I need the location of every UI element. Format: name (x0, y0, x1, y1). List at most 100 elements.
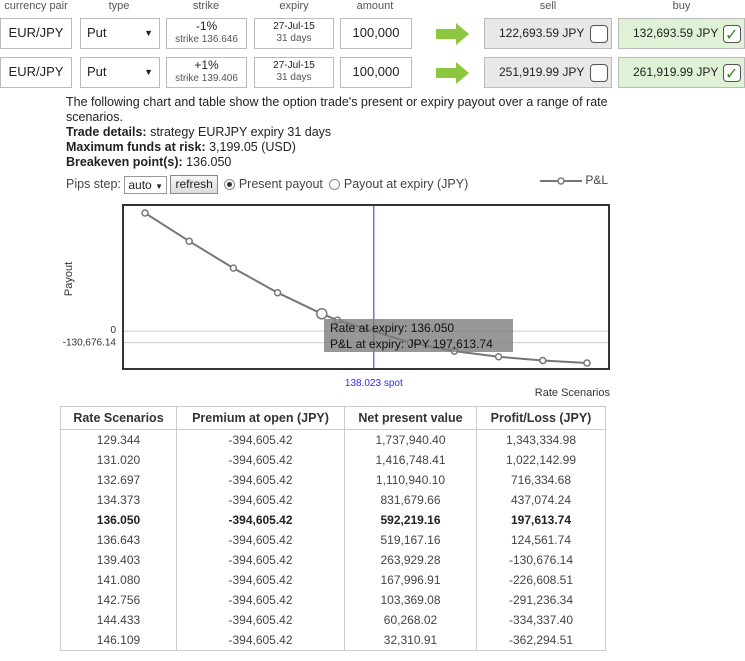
sell-price: 122,693.59 JPY (499, 26, 585, 40)
buy-price-button[interactable]: 132,693.59 JPY (618, 18, 745, 50)
table-cell: 1,343,334.98 (476, 429, 606, 450)
expiry-days: 31 days (276, 72, 312, 83)
amount-input[interactable]: 100,000 (340, 18, 412, 49)
table-cell: -291,236.34 (476, 590, 606, 610)
refresh-button[interactable]: refresh (170, 175, 218, 194)
dropdown-arrow-icon: ▼ (144, 28, 153, 38)
checkbox-checked-icon[interactable] (723, 22, 741, 50)
table-cell: 716,334.68 (476, 470, 606, 490)
checkbox-checked-icon[interactable] (723, 61, 741, 89)
checkbox-icon[interactable] (590, 64, 608, 82)
spot-label: 138.023 spot (345, 378, 403, 389)
table-cell: 134.373 (60, 490, 177, 510)
table-cell: 124,561.74 (476, 530, 606, 550)
table-row: 136.643 -394,605.42 519,167.16 124,561.74 (60, 530, 606, 550)
expiry-field[interactable]: 27-Jul-15 31 days (254, 57, 334, 88)
buy-price: 132,693.59 JPY (633, 26, 719, 40)
header-strike: strike (192, 0, 220, 12)
arrow-right-icon (436, 62, 469, 84)
table-row: 144.433 -394,605.42 60,268.02 -334,337.40 (60, 610, 606, 630)
strike-field[interactable]: +1% strike 139.406 (166, 57, 247, 88)
type-select[interactable]: Put ▼ (80, 57, 160, 88)
table-row: 134.373 -394,605.42 831,679.66 437,074.24 (60, 490, 606, 510)
table-cell: 60,268.02 (344, 610, 477, 630)
type-value: Put (87, 64, 107, 79)
header-amount: amount (356, 0, 394, 12)
trade-details: Trade details: strategy EURJPY expiry 31… (66, 125, 331, 140)
checkbox-icon[interactable] (590, 25, 608, 43)
data-point[interactable] (229, 264, 238, 272)
data-point[interactable] (141, 209, 149, 217)
table-cell: 129.344 (60, 429, 177, 450)
table-cell: -362,294.51 (476, 630, 606, 651)
strike-value: strike 139.406 (175, 73, 238, 84)
type-value: Put (87, 25, 107, 40)
table-row: 146.109 -394,605.42 32,310.91 -362,294.51 (60, 630, 606, 651)
max-funds: Maximum funds at risk: 3,199.05 (USD) (66, 140, 296, 155)
table-row: 139.403 -394,605.42 263,929.28 -130,676.14 (60, 550, 606, 570)
table-cell: 136.643 (60, 530, 177, 550)
column-header: Premium at open (JPY) (176, 406, 345, 430)
currency-pair-field[interactable]: EUR/JPY (0, 57, 72, 88)
header-type: type (108, 0, 130, 12)
data-point[interactable] (316, 308, 328, 320)
table-cell: 132.697 (60, 470, 177, 490)
present-payout-radio[interactable] (224, 179, 236, 190)
breakeven-label: Breakeven point(s): (66, 155, 183, 169)
sell-price-button[interactable]: 251,919.99 JPY (484, 57, 612, 88)
scenario-table: Rate Scenarios Premium at open (JPY) Net… (60, 406, 606, 651)
arrow-right-icon (436, 23, 469, 45)
data-point[interactable] (185, 237, 193, 245)
max-funds-value: 3,199.05 (USD) (205, 140, 296, 154)
amount-input[interactable]: 100,000 (340, 57, 412, 88)
table-row: 136.050 -394,605.42 592,219.16 197,613.74 (60, 510, 606, 530)
data-point[interactable] (494, 353, 503, 361)
max-funds-label: Maximum funds at risk: (66, 140, 206, 154)
table-cell: -226,608.51 (476, 570, 606, 590)
expiry-days: 31 days (276, 33, 312, 44)
table-cell: 142.756 (60, 590, 177, 610)
legend-label: P&L (585, 173, 609, 187)
table-cell: -394,605.42 (176, 470, 345, 490)
pips-step-value: auto (128, 177, 152, 192)
table-cell: 167,996.91 (344, 570, 477, 590)
dropdown-arrow-icon: ▼ (144, 67, 153, 77)
table-cell: 592,219.16 (344, 510, 477, 530)
table-cell: 146.109 (60, 630, 177, 651)
table-cell: 1,110,940.10 (344, 470, 477, 490)
table-cell: 139.403 (60, 550, 177, 570)
table-cell: 136.050 (60, 510, 177, 530)
expiry-date: 27-Jul-15 (273, 21, 315, 32)
strike-percent: -1% (195, 19, 218, 33)
chart-legend: P&L (540, 173, 608, 187)
chart-intro-text: The following chart and table show the o… (66, 95, 608, 124)
expiry-payout-label: Payout at expiry (JPY) (343, 176, 469, 191)
table-cell: 32,310.91 (344, 630, 477, 651)
strike-field[interactable]: -1% strike 136.646 (166, 18, 247, 49)
table-cell: -394,605.42 (176, 590, 345, 610)
chart-tooltip: Rate at expiry: 136.050 P&L at expiry: J… (324, 319, 513, 352)
sell-price-button[interactable]: 122,693.59 JPY (484, 18, 612, 49)
table-cell: -394,605.42 (176, 610, 345, 630)
currency-pair-field[interactable]: EUR/JPY (0, 18, 72, 49)
data-point[interactable] (539, 356, 547, 365)
table-row: 132.697 -394,605.42 1,110,940.10 716,334.68 (60, 470, 606, 490)
pips-step-select[interactable]: auto ▼ (124, 175, 167, 194)
data-point[interactable] (273, 288, 282, 297)
data-point[interactable] (583, 359, 591, 367)
buy-price-button[interactable]: 261,919.99 JPY (618, 57, 745, 89)
type-select[interactable]: Put ▼ (80, 18, 160, 49)
expiry-payout-radio[interactable] (329, 179, 341, 190)
present-payout-label: Present payout (238, 176, 323, 191)
breakeven: Breakeven point(s): 136.050 (66, 155, 231, 170)
buy-price: 261,919.99 JPY (633, 65, 719, 79)
table-cell: -394,605.42 (176, 530, 345, 550)
strike-value: strike 136.646 (175, 34, 238, 45)
tooltip-line-1: Rate at expiry: 136.050 (330, 321, 454, 335)
table-cell: 141.080 (60, 570, 177, 590)
table-cell: 144.433 (60, 610, 177, 630)
payout-chart: 0 -130,676.14 Payout 138.023 spot Rate S… (63, 204, 610, 399)
header-sell: sell (539, 0, 557, 12)
expiry-field[interactable]: 27-Jul-15 31 days (254, 18, 334, 49)
table-cell: 831,679.66 (344, 490, 477, 510)
